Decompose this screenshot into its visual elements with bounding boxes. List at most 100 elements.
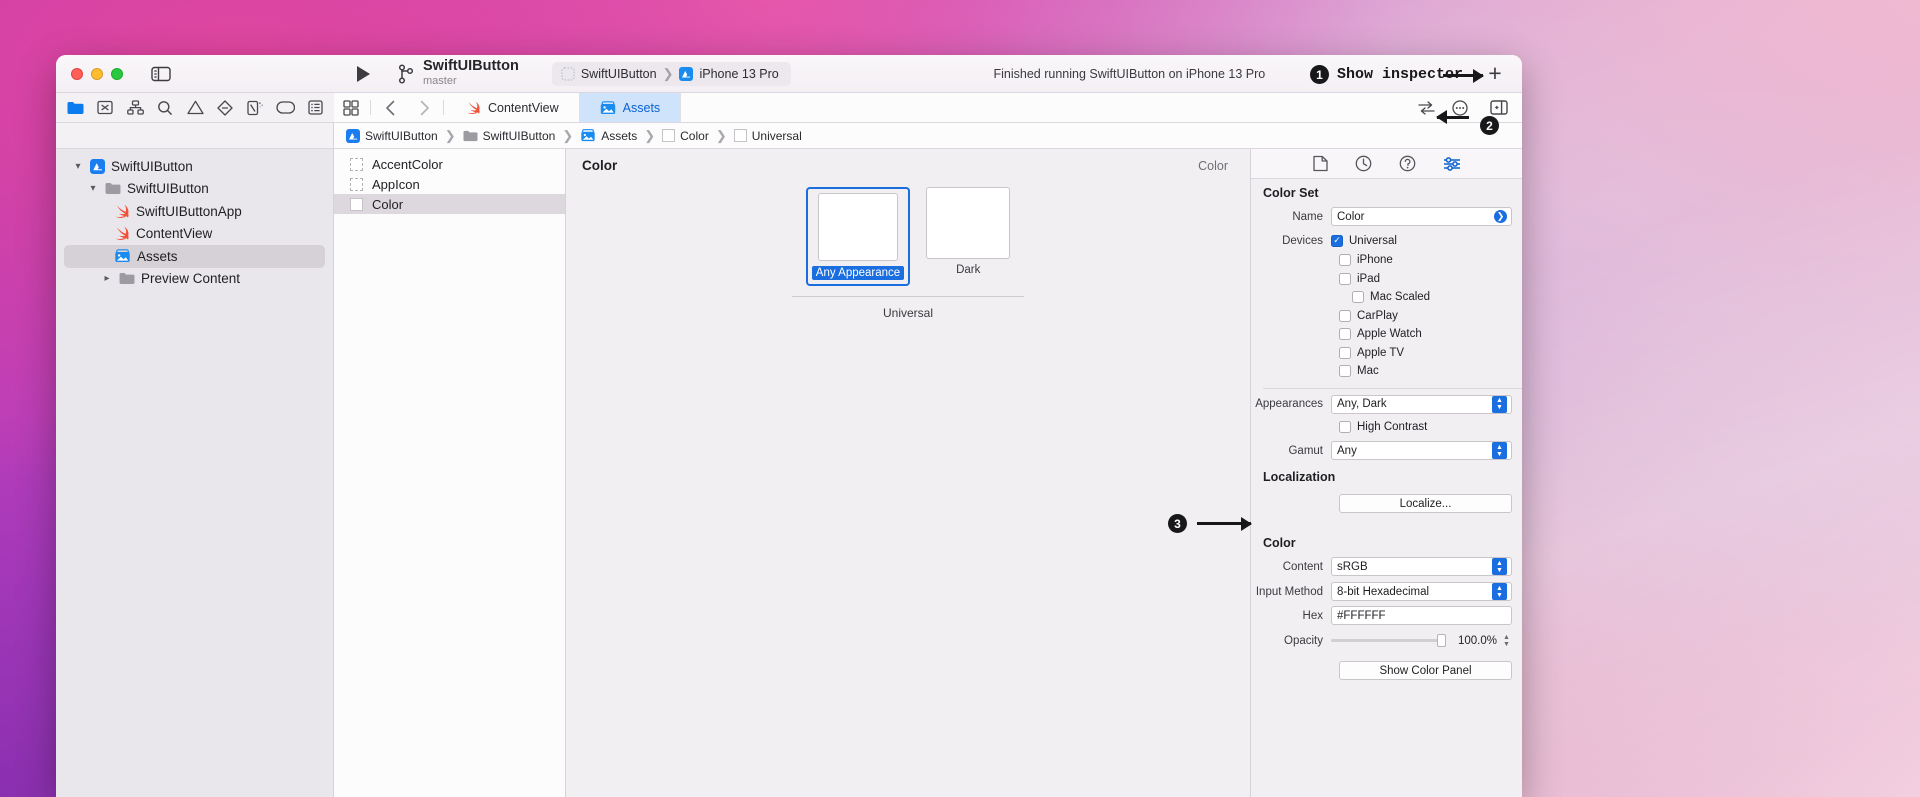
search-icon[interactable]	[150, 95, 180, 121]
hex-value: #FFFFFF	[1337, 609, 1386, 622]
color-chip[interactable]	[818, 193, 898, 261]
swatch-label: Dark	[956, 264, 981, 276]
tab-assets[interactable]: Assets	[579, 93, 682, 122]
sidebar-item-project[interactable]: ▾ SwiftUIButton	[64, 155, 325, 178]
opacity-slider[interactable]	[1331, 634, 1446, 647]
checkbox-apple-watch[interactable]	[1339, 328, 1351, 341]
test-icon[interactable]	[210, 95, 240, 121]
chevron-down-icon[interactable]: ▾	[72, 161, 84, 172]
close-button[interactable]	[71, 67, 83, 80]
sidebar-item-swiftuibuttonapp[interactable]: SwiftUIButtonApp	[64, 200, 325, 223]
quick-help-icon[interactable]	[1399, 155, 1416, 172]
checkbox-apple-tv[interactable]	[1339, 346, 1351, 359]
high-contrast-row[interactable]: High Contrast	[1251, 418, 1522, 437]
swatch-any-appearance[interactable]: Any Appearance	[805, 187, 911, 286]
checkbox-label: Mac	[1357, 365, 1379, 378]
show-color-panel-button[interactable]: Show Color Panel	[1339, 661, 1512, 680]
divider	[1263, 387, 1522, 389]
chevron-updown-icon[interactable]: ▲ ▼	[1492, 583, 1507, 600]
appearances-select[interactable]: Any, Dark ▲ ▼	[1331, 394, 1512, 414]
device-ipad-row[interactable]: iPad	[1251, 270, 1522, 289]
window-body: ▾ SwiftUIButton ▾ SwiftUIButton SwiftUIB…	[56, 149, 1522, 797]
swatch-dark[interactable]: Dark	[926, 187, 1011, 286]
checkbox-label: iPhone	[1357, 254, 1393, 267]
slider-knob[interactable]	[1437, 634, 1446, 647]
source-control-icon[interactable]	[90, 95, 120, 121]
gamut-value: Any	[1337, 444, 1357, 457]
sidebar-item-assets[interactable]: Assets	[64, 245, 325, 268]
toggle-navigator-icon[interactable]	[151, 66, 171, 82]
run-button[interactable]	[334, 65, 392, 82]
list-item-accentcolor[interactable]: AccentColor	[334, 154, 565, 174]
chevron-down-icon[interactable]: ▾	[87, 183, 99, 194]
device-iphone-row[interactable]: iPhone	[1251, 251, 1522, 270]
hierarchy-icon[interactable]	[120, 95, 150, 121]
checkbox-high-contrast[interactable]	[1339, 420, 1351, 433]
content-select[interactable]: sRGB ▲ ▼	[1331, 557, 1512, 576]
sidebar-item-group[interactable]: ▾ SwiftUIButton	[64, 178, 325, 201]
breadcrumb-item-universal[interactable]: Universal	[733, 129, 802, 143]
name-action-icon[interactable]: ❯	[1494, 210, 1507, 223]
breadcrumb-separator-icon: ❯	[644, 127, 656, 143]
history-inspector-icon[interactable]	[1355, 155, 1372, 172]
chevron-updown-icon[interactable]: ▲ ▼	[1492, 395, 1507, 413]
asset-catalog-list: AccentColor AppIcon Color	[334, 149, 566, 797]
divider	[370, 100, 371, 115]
device-mac-scaled-row[interactable]: Mac Scaled	[1251, 288, 1522, 307]
minimize-button[interactable]	[91, 67, 103, 80]
list-item-color[interactable]: Color	[334, 194, 565, 214]
opacity-stepper[interactable]: ▲ ▼	[1501, 633, 1512, 648]
checkbox-mac-scaled[interactable]	[1352, 291, 1364, 304]
breadcrumb-item-color[interactable]: Color	[662, 129, 709, 143]
scheme-destination-selector[interactable]: SwiftUIButton ❯ iPhone 13 Pro	[551, 61, 791, 86]
breadcrumb-item-project[interactable]: SwiftUIButton	[346, 128, 438, 143]
breadcrumb-separator-icon: ❯	[444, 127, 456, 143]
input-method-select[interactable]: 8-bit Hexadecimal ▲ ▼	[1331, 582, 1512, 601]
report-icon[interactable]	[300, 95, 330, 121]
folder-icon[interactable]	[60, 95, 90, 121]
tab-contentview[interactable]: ContentView	[446, 93, 580, 122]
breadcrumb-label: SwiftUIButton	[482, 128, 556, 143]
device-carplay-row[interactable]: CarPlay	[1251, 307, 1522, 326]
annotation-arrow-1	[1443, 74, 1483, 77]
sidebar-item-contentview[interactable]: ContentView	[64, 223, 325, 246]
sidebar-item-preview-content[interactable]: ▸ Preview Content	[64, 268, 325, 291]
inspector-toggle-icon[interactable]	[1482, 100, 1516, 115]
device-apple-tv-row[interactable]: Apple TV	[1251, 344, 1522, 363]
color-chip[interactable]	[926, 187, 1011, 259]
checkbox-iphone[interactable]	[1339, 254, 1351, 267]
device-apple-watch-row[interactable]: Apple Watch	[1251, 325, 1522, 344]
traffic-lights[interactable]	[71, 67, 123, 80]
warning-icon[interactable]	[180, 95, 210, 121]
name-input[interactable]: Color ❯	[1331, 207, 1512, 226]
destination-icon	[679, 66, 694, 81]
label-opacity: Opacity	[1284, 634, 1323, 647]
label-appearances: Appearances	[1255, 398, 1323, 410]
breakpoint-icon[interactable]	[270, 95, 300, 121]
more-options-icon[interactable]	[1443, 99, 1477, 116]
device-universal-row[interactable]: ✓ Universal	[1331, 234, 1512, 247]
placeholder-swatch-icon	[350, 177, 363, 191]
breadcrumb-item-group[interactable]: SwiftUIButton	[463, 128, 556, 143]
gamut-select[interactable]: Any ▲ ▼	[1331, 441, 1512, 460]
file-inspector-icon[interactable]	[1312, 155, 1328, 172]
breadcrumb-item-assets[interactable]: Assets	[580, 129, 637, 143]
checkbox-mac[interactable]	[1339, 365, 1351, 378]
project-label-group[interactable]: SwiftUIButton master	[423, 59, 519, 87]
checkbox-universal[interactable]: ✓	[1331, 234, 1343, 247]
device-mac-row[interactable]: Mac	[1251, 362, 1522, 381]
grid-icon[interactable]	[334, 93, 368, 122]
back-arrow-icon[interactable]	[373, 93, 407, 122]
list-item-appicon[interactable]: AppIcon	[334, 174, 565, 194]
chevron-updown-icon[interactable]: ▲ ▼	[1492, 442, 1507, 459]
zoom-button[interactable]	[111, 67, 123, 80]
chevron-right-icon[interactable]: ▸	[101, 273, 113, 284]
debug-icon[interactable]	[240, 95, 270, 121]
checkbox-ipad[interactable]	[1339, 272, 1351, 285]
forward-arrow-icon[interactable]	[407, 93, 441, 122]
attributes-inspector-icon[interactable]	[1443, 156, 1461, 171]
hex-input[interactable]: #FFFFFF	[1331, 606, 1512, 625]
chevron-updown-icon[interactable]: ▲ ▼	[1492, 558, 1507, 575]
localize-button[interactable]: Localize...	[1339, 494, 1512, 513]
checkbox-carplay[interactable]	[1339, 309, 1351, 322]
